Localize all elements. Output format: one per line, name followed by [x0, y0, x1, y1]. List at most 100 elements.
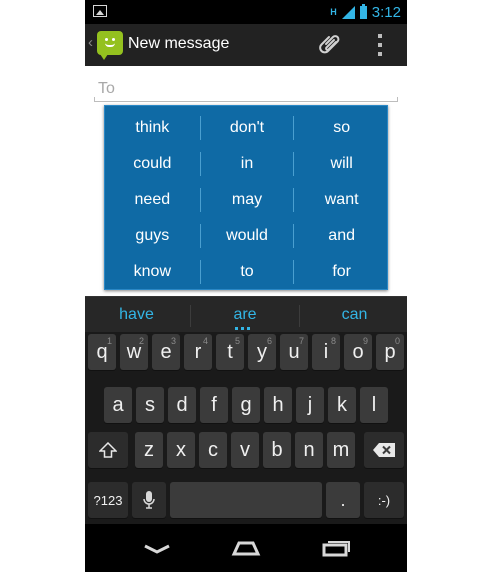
letter-key[interactable]: r4: [184, 334, 212, 370]
suggestion-left[interactable]: have: [85, 297, 188, 333]
letter-key[interactable]: t5: [216, 334, 244, 370]
battery-icon: [359, 3, 367, 19]
key-hint: 6: [266, 336, 272, 346]
more-suggestions-indicator: [235, 327, 250, 330]
suggestion-word[interactable]: guys: [105, 218, 200, 254]
key-label: j: [307, 393, 313, 416]
backspace-key[interactable]: [364, 432, 404, 468]
letter-key[interactable]: x: [167, 432, 195, 468]
picture-icon: [93, 5, 107, 17]
suggestion-word[interactable]: will: [294, 146, 389, 182]
key-label: m: [332, 438, 350, 461]
key-label: e: [160, 340, 172, 363]
key-hint: 0: [394, 336, 400, 346]
overflow-menu-icon[interactable]: [377, 34, 383, 56]
mic-key[interactable]: [132, 482, 166, 518]
home-icon[interactable]: [226, 534, 266, 562]
up-caret-icon[interactable]: ‹: [88, 34, 93, 51]
key-label: z: [144, 438, 154, 461]
letter-key[interactable]: l: [360, 387, 388, 423]
backspace-icon: [373, 443, 395, 457]
letter-key[interactable]: g: [232, 387, 260, 423]
suggestion-word[interactable]: would: [199, 218, 295, 254]
suggestion-word[interactable]: know: [105, 254, 200, 290]
suggestion-word[interactable]: so: [294, 110, 389, 146]
mic-icon: [143, 491, 155, 509]
letter-key[interactable]: d: [168, 387, 196, 423]
letter-key[interactable]: v: [231, 432, 259, 468]
suggestion-word[interactable]: think: [105, 110, 200, 146]
more-suggestions-popup: think don't so could in will need may want guys wo…: [104, 105, 388, 290]
key-label: x: [176, 438, 186, 461]
letter-key[interactable]: q1: [88, 334, 116, 370]
page-title: New message: [128, 35, 230, 52]
suggestion-word[interactable]: in: [199, 146, 295, 182]
key-label: g: [240, 393, 252, 416]
space-key[interactable]: [170, 482, 322, 518]
suggestion-word[interactable]: for: [294, 254, 389, 290]
period-key[interactable]: .: [326, 482, 360, 518]
letter-key[interactable]: f: [200, 387, 228, 423]
key-hint: 5: [234, 336, 240, 346]
soft-keyboard: q1w2e3r4t5y6u7i8o9p0 asdfghjkl zxcvbnm ?…: [85, 332, 407, 524]
key-label: u: [288, 340, 300, 363]
navigation-bar: [85, 524, 407, 572]
to-field[interactable]: [94, 76, 398, 102]
suggestion-strip: have are can: [85, 296, 407, 332]
key-label: o: [352, 340, 364, 363]
letter-key[interactable]: h: [264, 387, 292, 423]
key-label: i: [323, 340, 329, 363]
paperclip-icon[interactable]: [318, 32, 342, 56]
letter-key[interactable]: b: [263, 432, 291, 468]
key-label: t: [227, 340, 233, 363]
shift-icon: [99, 442, 117, 458]
letter-key[interactable]: p0: [376, 334, 404, 370]
key-hint: 7: [298, 336, 304, 346]
messaging-app-icon[interactable]: [97, 31, 123, 60]
letter-key[interactable]: o9: [344, 334, 372, 370]
key-hint: 3: [170, 336, 176, 346]
suggestion-word[interactable]: may: [199, 182, 295, 218]
key-label: f: [211, 393, 217, 416]
letter-key[interactable]: c: [199, 432, 227, 468]
key-label: a: [112, 393, 124, 416]
suggestion-word[interactable]: need: [105, 182, 200, 218]
suggestion-word[interactable]: don't: [199, 110, 295, 146]
suggestion-word[interactable]: to: [199, 254, 295, 290]
letter-key[interactable]: i8: [312, 334, 340, 370]
key-hint: 9: [362, 336, 368, 346]
letter-key[interactable]: u7: [280, 334, 308, 370]
symbols-key[interactable]: ?123: [88, 482, 128, 518]
key-label: n: [303, 438, 315, 461]
status-bar: H 3:12: [85, 0, 407, 24]
status-time: 3:12: [371, 3, 401, 21]
key-hint: 8: [330, 336, 336, 346]
recents-icon[interactable]: [315, 534, 355, 562]
key-label: k: [337, 393, 347, 416]
suggestion-word[interactable]: could: [105, 146, 200, 182]
letter-key[interactable]: n: [295, 432, 323, 468]
letter-key[interactable]: m: [327, 432, 355, 468]
key-hint: 4: [202, 336, 208, 346]
action-bar: ‹ New message: [85, 24, 407, 66]
signal-icon: [341, 5, 355, 19]
letter-key[interactable]: a: [104, 387, 132, 423]
key-label: d: [176, 393, 188, 416]
phone-screen: H 3:12 ‹ New message thinkdon'tsocouldin…: [85, 0, 407, 572]
key-hint: 1: [106, 336, 112, 346]
letter-key[interactable]: k: [328, 387, 356, 423]
suggestion-word[interactable]: want: [294, 182, 389, 218]
suggestion-word[interactable]: and: [294, 218, 389, 254]
letter-key[interactable]: s: [136, 387, 164, 423]
letter-key[interactable]: e3: [152, 334, 180, 370]
key-label: v: [240, 438, 250, 461]
back-icon[interactable]: [137, 534, 177, 562]
network-type: H: [330, 6, 337, 17]
letter-key[interactable]: z: [135, 432, 163, 468]
letter-key[interactable]: w2: [120, 334, 148, 370]
letter-key[interactable]: j: [296, 387, 324, 423]
shift-key[interactable]: [88, 432, 128, 468]
smiley-key[interactable]: :-): [364, 482, 404, 518]
letter-key[interactable]: y6: [248, 334, 276, 370]
suggestion-right[interactable]: can: [302, 297, 407, 333]
